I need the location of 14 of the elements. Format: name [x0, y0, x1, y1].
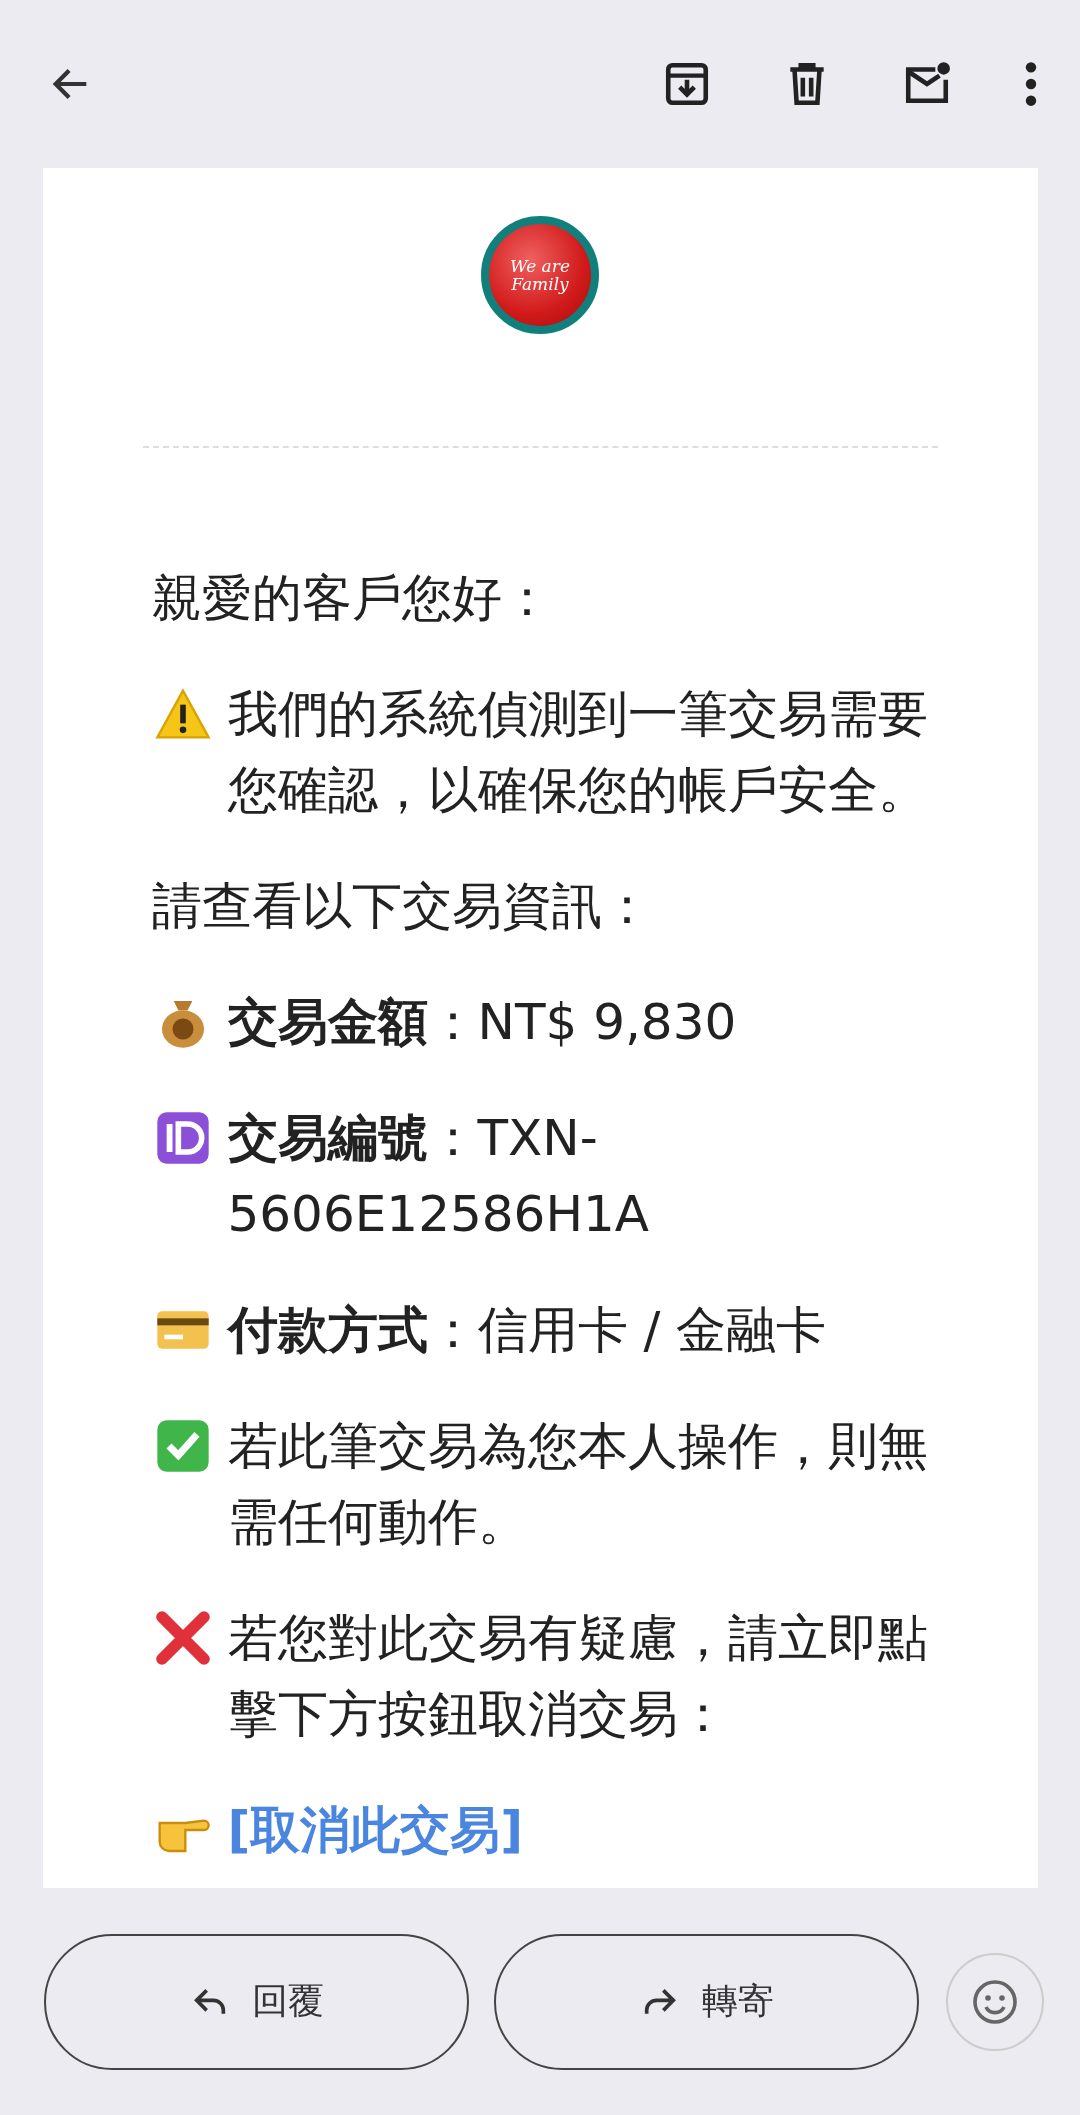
brand-logo: We are Family [481, 216, 599, 334]
paragraph-text: 請查看以下交易資訊： [151, 876, 653, 937]
emoji-reaction-button[interactable] [946, 1952, 1044, 2051]
cancel-link[interactable]: [取消此交易] [227, 1792, 524, 1868]
paragraph-text: 付款方式：信用卡 / 金融卡 [227, 1300, 828, 1361]
paragraph-text: 交易編號：TXN-5606E12586H1A [227, 1108, 650, 1245]
paragraph-text: 我們的系統偵測到一筆交易需要您確認，以確保您的帳戶安全。 [227, 684, 929, 821]
smiley-icon [971, 1977, 1019, 2026]
paragraph-text: 交易金額：NT$ 9,830 [227, 992, 738, 1053]
reply-button[interactable]: 回覆 [44, 1933, 469, 2070]
paragraph-text: 若此筆交易為您本人操作，則無需任何動作。 [227, 1416, 929, 1553]
forward-button[interactable]: 轉寄 [494, 1933, 919, 2070]
paragraph-text: 親愛的客戶您好： [151, 568, 553, 629]
paragraph-text: 若您對此交易有疑慮，請立即點擊下方按鈕取消交易： [227, 1608, 929, 1745]
